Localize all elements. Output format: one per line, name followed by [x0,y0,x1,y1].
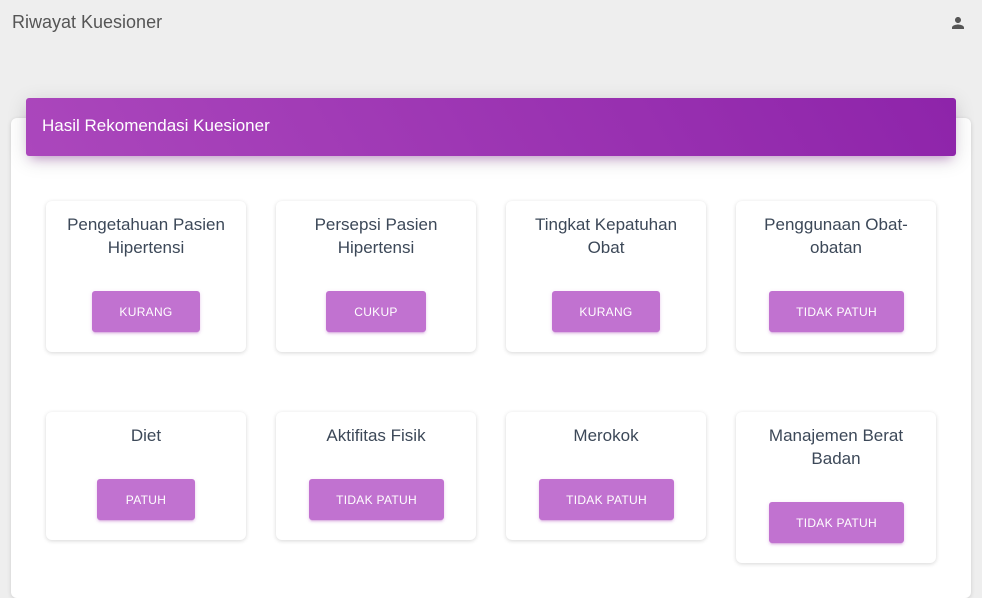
result-card-title: Penggunaan Obat- obatan [764,215,908,257]
result-card-merokok: Merokok TIDAK PATUH [506,412,706,540]
result-card-title: Persepsi Pasien Hipertensi [314,215,438,257]
status-button[interactable]: PATUH [97,479,195,520]
top-bar: Riwayat Kuesioner [0,0,982,48]
status-button[interactable]: KURANG [552,291,660,332]
result-card-title: Tingkat Kepatuhan Obat [534,215,678,257]
result-card-diet: Diet PATUH [46,412,246,540]
result-card-title: Diet [130,426,162,445]
result-card-title: Aktifitas Fisik [326,426,426,445]
status-button[interactable]: TIDAK PATUH [309,479,444,520]
results-panel-header: Hasil Rekomendasi Kuesioner [26,98,956,156]
status-button[interactable]: CUKUP [326,291,426,332]
status-button[interactable]: TIDAK PATUH [769,502,904,543]
result-card-pengetahuan: Pengetahuan Pasien Hipertensi KURANG [46,201,246,352]
status-button[interactable]: TIDAK PATUH [769,291,904,332]
status-button[interactable]: TIDAK PATUH [539,479,674,520]
results-panel-title: Hasil Rekomendasi Kuesioner [42,116,270,135]
result-card-kepatuhan-obat: Tingkat Kepatuhan Obat KURANG [506,201,706,352]
person-icon[interactable] [949,14,967,32]
result-card-aktifitas-fisik: Aktifitas Fisik TIDAK PATUH [276,412,476,540]
result-card-penggunaan-obat: Penggunaan Obat- obatan TIDAK PATUH [736,201,936,352]
result-card-title: Merokok [573,426,639,445]
result-card-title: Pengetahuan Pasien Hipertensi [67,215,225,257]
status-button[interactable]: KURANG [92,291,200,332]
page-title: Riwayat Kuesioner [12,12,163,32]
result-card-title: Manajemen Berat Badan [768,426,904,468]
result-card-persepsi: Persepsi Pasien Hipertensi CUKUP [276,201,476,352]
result-card-manajemen-berat-badan: Manajemen Berat Badan TIDAK PATUH [736,412,936,563]
